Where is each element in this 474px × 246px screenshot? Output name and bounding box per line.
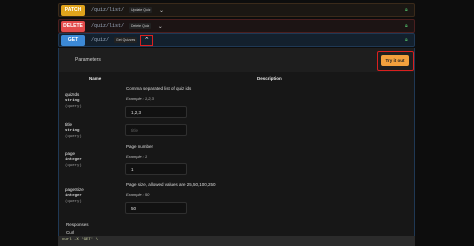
param-location: (query) — [65, 135, 82, 139]
method-badge: GET — [61, 34, 85, 46]
chevron-down-icon[interactable]: ⌄ — [155, 21, 165, 31]
try-it-out-button[interactable]: Try it out — [381, 55, 409, 66]
responses-heading: Responses — [66, 222, 89, 227]
operation-get[interactable]: GET /quiz/ Get Quizzes ⌃ 🔒︎ — [58, 33, 415, 47]
parameters-title: Parameters — [75, 57, 101, 63]
operation-path: /quiz/list/ — [91, 23, 125, 29]
param-description: Page number — [126, 144, 154, 149]
param-location: (query) — [65, 105, 82, 109]
column-name-header: Name — [89, 76, 102, 81]
param-name-pagesize: pageSize integer (query) — [65, 187, 84, 205]
lock-icon[interactable]: 🔒︎ — [405, 23, 410, 29]
curl-code: curl -X 'GET' \ — [62, 238, 99, 242]
param-example: Example : 50 — [126, 192, 150, 197]
operation-summary: Delete Quiz — [129, 23, 152, 29]
param-name-title: title string (query) — [65, 122, 82, 140]
chevron-up-icon[interactable]: ⌃ — [140, 34, 154, 46]
try-it-out-highlight: Try it out — [377, 51, 414, 71]
column-description-header: Description — [257, 76, 282, 81]
lock-icon[interactable]: 🔒︎ — [405, 37, 410, 43]
swagger-page: PATCH /quiz/list/ Update Quiz ⌄ 🔒︎ DELET… — [0, 0, 474, 246]
operation-panel: Parameters Try it out Name Description q… — [58, 48, 415, 246]
param-example: Example : 1 — [126, 154, 148, 159]
chevron-down-icon[interactable]: ⌄ — [156, 5, 166, 15]
param-description: Comma separated list of quiz ids — [126, 86, 192, 91]
quizids-input[interactable]: 1,2,3 — [125, 106, 187, 118]
operation-patch[interactable]: PATCH /quiz/list/ Update Quiz ⌄ 🔒︎ — [58, 3, 415, 17]
curl-heading: Curl — [66, 230, 75, 235]
lock-icon[interactable]: 🔒︎ — [405, 7, 410, 13]
operation-summary: Get Quizzes — [114, 37, 138, 43]
param-name-page: page integer (query) — [65, 151, 82, 169]
pagesize-input[interactable]: 50 — [125, 202, 187, 214]
parameters-header: Parameters Try it out — [59, 48, 414, 72]
page-input[interactable]: 1 — [125, 163, 187, 175]
param-example: Example : 1,2,3 — [126, 96, 154, 101]
method-badge: DELETE — [61, 20, 85, 32]
param-name-quizids: quizIds string (query) — [65, 92, 82, 110]
operation-path: /quiz/list/ — [91, 7, 125, 13]
method-badge: PATCH — [61, 4, 85, 16]
param-location: (query) — [65, 164, 82, 168]
param-location: (query) — [65, 200, 82, 204]
title-input[interactable]: title — [125, 124, 187, 136]
operation-summary: Update Quiz — [129, 7, 153, 13]
operation-delete[interactable]: DELETE /quiz/list/ Delete Quiz ⌄ 🔒︎ — [58, 19, 415, 33]
param-description: Page size, allowed values are 25,50,100,… — [126, 182, 216, 187]
curl-code-block: curl -X 'GET' \ — [58, 236, 415, 246]
operation-path: /quiz/ — [91, 37, 110, 43]
